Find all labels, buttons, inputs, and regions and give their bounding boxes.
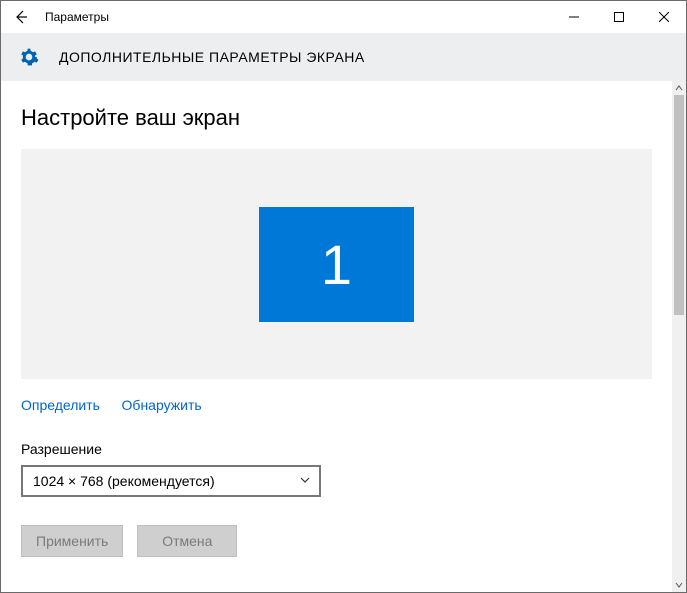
arrow-left-icon	[13, 9, 29, 25]
button-row: Применить Отмена	[21, 525, 652, 557]
apply-button[interactable]: Применить	[21, 525, 123, 557]
maximize-button[interactable]	[596, 1, 641, 33]
scrollbar[interactable]	[672, 81, 686, 592]
content: Настройте ваш экран 1 Определить Обнаруж…	[1, 81, 672, 592]
page-title: Настройте ваш экран	[21, 105, 652, 131]
minimize-button[interactable]	[551, 1, 596, 33]
display-links: Определить Обнаружить	[21, 397, 652, 413]
window-controls	[551, 1, 686, 33]
chevron-down-icon	[299, 473, 311, 489]
detect-link[interactable]: Обнаружить	[122, 397, 202, 413]
apply-button-label: Применить	[36, 533, 108, 549]
gear-icon	[19, 47, 39, 67]
window-title: Параметры	[41, 10, 109, 24]
cancel-button[interactable]: Отмена	[137, 525, 237, 557]
scroll-down-arrow-icon[interactable]	[672, 578, 686, 592]
resolution-dropdown[interactable]: 1024 × 768 (рекомендуется)	[21, 465, 321, 497]
scroll-thumb[interactable]	[674, 95, 684, 315]
back-button[interactable]	[1, 1, 41, 33]
titlebar: Параметры	[1, 1, 686, 33]
subheader-title: ДОПОЛНИТЕЛЬНЫЕ ПАРАМЕТРЫ ЭКРАНА	[59, 49, 365, 65]
close-button[interactable]	[641, 1, 686, 33]
monitor-1[interactable]: 1	[259, 207, 414, 322]
monitor-preview-area: 1	[21, 149, 652, 379]
identify-link[interactable]: Определить	[21, 397, 100, 413]
resolution-label: Разрешение	[21, 441, 652, 457]
subheader: ДОПОЛНИТЕЛЬНЫЕ ПАРАМЕТРЫ ЭКРАНА	[1, 33, 686, 81]
monitor-label: 1	[321, 232, 352, 297]
cancel-button-label: Отмена	[162, 533, 212, 549]
minimize-icon	[569, 12, 579, 22]
close-icon	[659, 12, 669, 22]
maximize-icon	[614, 12, 624, 22]
scroll-up-arrow-icon[interactable]	[672, 81, 686, 95]
resolution-value: 1024 × 768 (рекомендуется)	[33, 473, 215, 489]
